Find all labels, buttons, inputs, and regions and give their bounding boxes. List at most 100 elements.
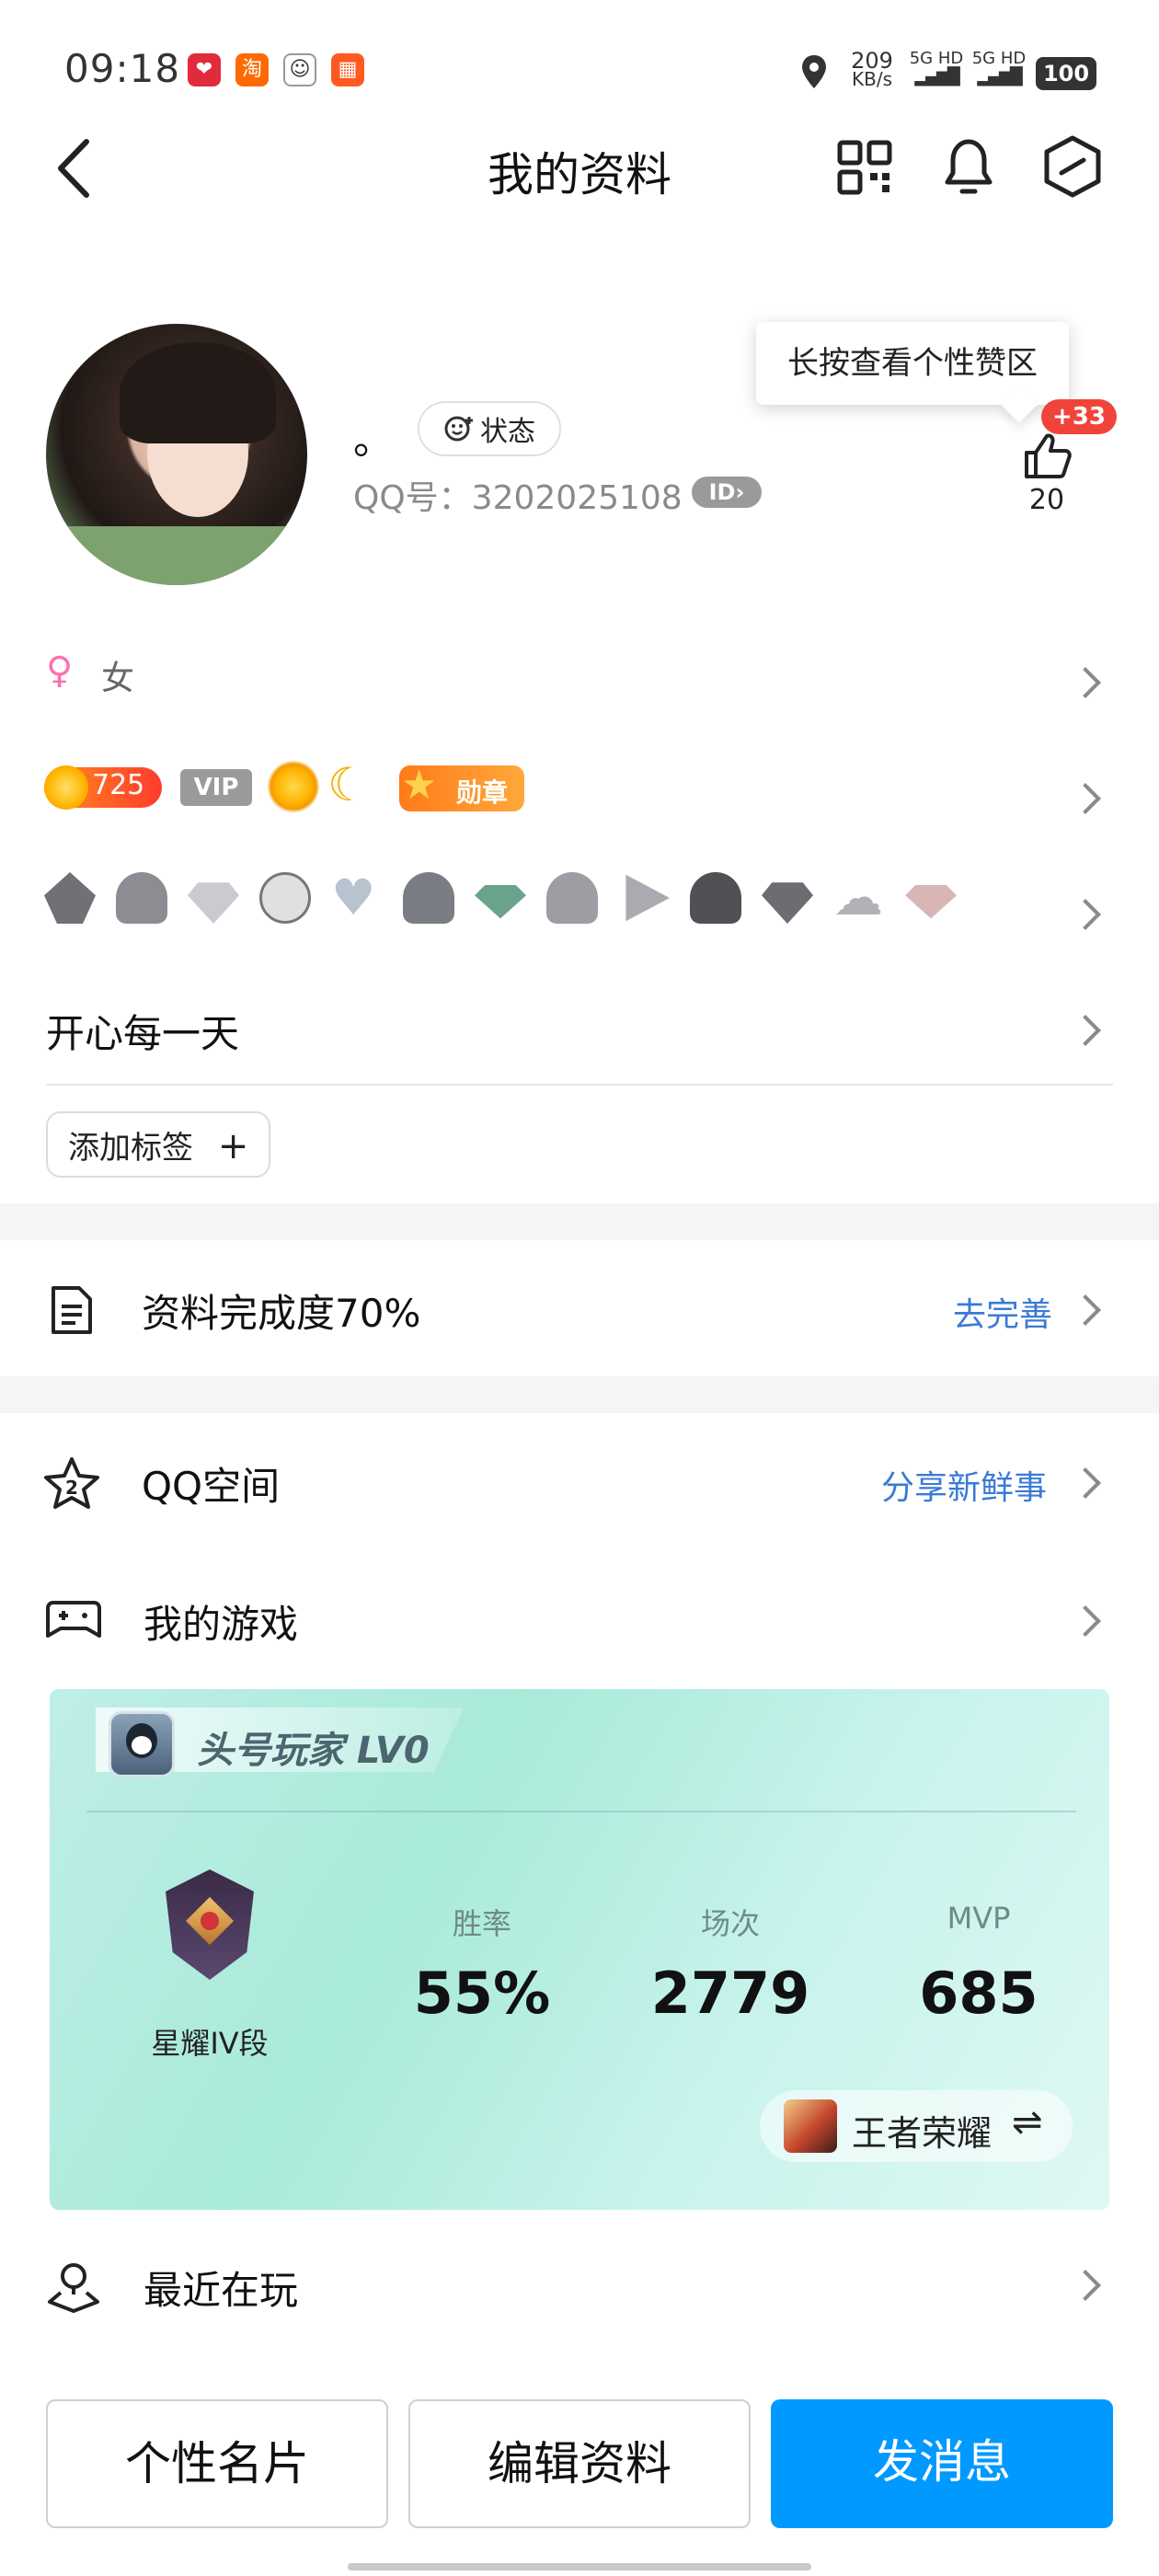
avatar-sweater [46,526,307,585]
gamepad-icon [46,1601,101,1638]
matches-value: 2779 [650,1960,810,2027]
location-person-icon [48,2263,99,2313]
signature-text: 开心每一天 [46,1011,240,1056]
smiley-plus-icon [444,416,473,442]
like-badge: +33 [1041,399,1117,434]
rank-emblem-icon [153,1860,267,1998]
medal-label: 勋章 [456,777,509,808]
penguin-cap-badge-icon [403,872,454,924]
sim1-label: 5G HD [909,49,964,68]
level-value: 725 [92,769,145,801]
qzone-row[interactable]: 2 QQ空间 分享新鲜事 [0,1413,1159,1549]
medal-badge: ★ 勋章 [399,762,524,811]
like-count: 20 [1028,484,1065,516]
id-badge-label: ID [708,479,736,505]
chevron-right-icon [1070,1015,1101,1046]
qr-code-icon[interactable] [837,140,892,195]
matches-label: 场次 [700,1906,760,1941]
add-tag-label: 添加标签 [68,1130,193,1167]
battery-icon: 100 [1036,57,1096,90]
signal1-icon: ▂▄▆█ [914,67,959,86]
net-unit: KB/s [852,68,892,90]
avatar-hair [120,342,276,443]
level-badge: 725 [44,765,162,810]
chevron-right-icon [1070,667,1101,698]
vip-badge: VIP [180,769,252,806]
chevron-right-icon [1070,1294,1101,1326]
mvp-label: MVP [947,1901,1011,1936]
play-badge-icon [625,874,670,922]
chevron-right-icon [1070,899,1101,930]
status-label: 状态 [480,416,535,448]
bell-icon[interactable] [938,134,999,199]
status-button[interactable]: 状态 [418,401,561,456]
dark-diamond-badge-icon [762,882,813,924]
chevron-right-icon [1070,2270,1101,2301]
mvp-value: 685 [919,1960,1039,2027]
mascot-app-icon: ☺ [283,53,316,86]
honor-of-kings-icon [784,2099,837,2153]
send-message-button[interactable]: 发消息 [771,2399,1113,2528]
cloud-badge-icon: ☁ [833,868,883,926]
win-rate-label: 胜率 [452,1906,511,1941]
plus-icon: + [217,1125,249,1167]
section-divider [0,1203,1159,1240]
complete-profile-link[interactable]: 去完善 [953,1288,1052,1336]
profile-card-button[interactable]: 个性名片 [46,2399,388,2528]
section-divider [0,1376,1159,1413]
gender-value: 女 [101,660,135,697]
signal2-icon: ▂▄▆█ [977,67,1022,86]
game-switch-button[interactable]: 王者荣耀 ⇌ [760,2090,1073,2162]
home-indicator[interactable] [348,2563,811,2570]
game-name: 王者荣耀 [852,2113,993,2154]
level-row[interactable]: 725 VIP ☾ ★ 勋章 [0,751,1159,843]
divider [46,1084,1113,1086]
game-card[interactable]: 头号玩家 LV0 星耀IV段 胜率 55% 场次 2779 MVP 685 王者… [50,1689,1109,2210]
document-icon [52,1286,92,1334]
switch-icon: ⇌ [1012,2101,1043,2144]
settings-hexagon-icon[interactable] [1043,134,1102,199]
thumbs-up-icon[interactable] [1021,431,1073,482]
grid-app-icon: ▦ [331,53,364,86]
gender-row[interactable]: ♀ 女 [0,635,1159,727]
share-news-link[interactable]: 分享新鲜事 [881,1461,1047,1509]
nickname: 。 [353,417,394,464]
heart-badge-icon: ♥ [331,868,376,926]
completion-label: 资料完成度70% [142,1291,421,1336]
recent-row[interactable]: 最近在玩 [0,2223,1159,2342]
penguin-badge-icon [44,872,96,924]
star-icon: 2 [44,1457,99,1509]
id-badge[interactable]: ID› [692,477,762,508]
female-icon: ♀ [46,650,74,692]
completion-row[interactable]: 资料完成度70% 去完善 [0,1240,1159,1376]
qzone-icon-number: 2 [65,1477,78,1499]
chevron-right-icon [1070,1467,1101,1499]
win-rate-value: 55% [413,1960,551,2027]
star-medal-icon: ★ [401,762,438,809]
games-row[interactable]: 我的游戏 [0,1558,1159,1687]
qq-number[interactable]: QQ号：3202025108 [353,471,683,519]
sim2-label: 5G HD [971,49,1027,68]
badges-row[interactable]: ♥ ☁ [0,865,1159,957]
sun-level-icon [267,760,320,813]
games-label: 我的游戏 [143,1602,299,1647]
card-divider [86,1811,1076,1812]
taobao-app-icon: 淘 [235,53,269,86]
notification-app-icon: ❤ [188,53,221,86]
helmet-badge-icon [116,872,167,924]
green-diamond-badge-icon [475,885,526,919]
face-badge-icon [259,872,311,924]
chevron-right-icon [1070,783,1101,814]
signature-row[interactable]: 开心每一天 [0,988,1159,1076]
pink-diamond-badge-icon [905,885,957,919]
crown-penguin-badge-icon [690,872,741,924]
avatar[interactable] [46,324,307,585]
edit-profile-button[interactable]: 编辑资料 [408,2399,751,2528]
add-tag-button[interactable]: 添加标签 + [46,1111,271,1178]
qzone-label: QQ空间 [142,1464,281,1509]
like-tooltip: 长按查看个性赞区 [756,322,1069,405]
location-icon [802,55,826,88]
chevron-right-icon [1070,1605,1101,1637]
status-time: 09:18 [64,46,181,91]
sun-icon [44,765,88,810]
